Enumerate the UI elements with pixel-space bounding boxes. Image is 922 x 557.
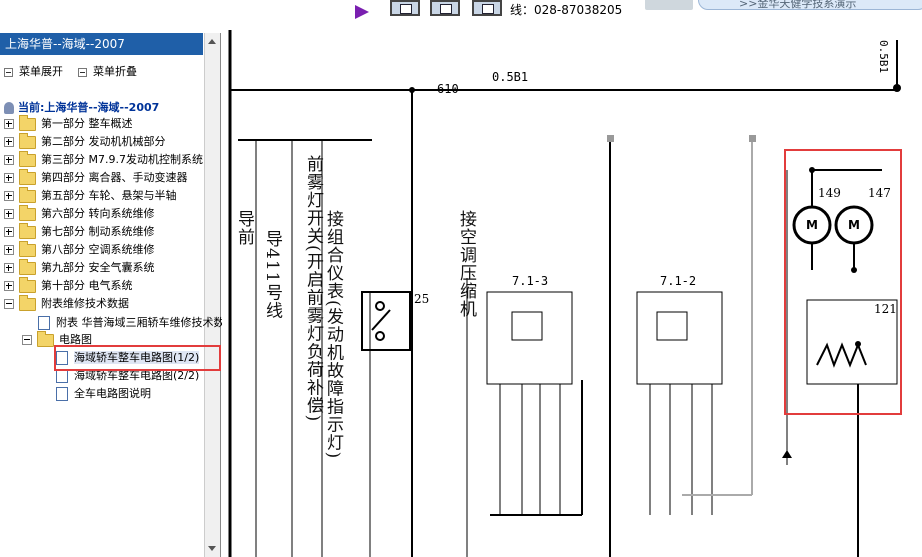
tree-item-10[interactable]: 第十部分 电气系统 — [4, 276, 133, 295]
folder-open-icon — [37, 330, 54, 347]
wire-label-610: 610 — [437, 82, 459, 96]
motor-glyph-2: M — [848, 218, 860, 232]
expand-plus-icon[interactable] — [4, 137, 14, 147]
expand-plus-icon[interactable] — [4, 281, 14, 291]
tree-item-3[interactable]: 第三部分 M7.9.7发动机控制系统 — [4, 150, 203, 169]
folder-icon — [19, 132, 36, 149]
expand-plus-icon[interactable] — [4, 173, 14, 183]
expand-plus-icon[interactable] — [4, 209, 14, 219]
scroll-up-icon[interactable] — [208, 39, 216, 44]
folder-icon — [19, 204, 36, 221]
folder-icon — [19, 258, 36, 275]
expand-menu-button[interactable]: 菜单展开 — [4, 63, 63, 79]
promo-link[interactable]: >>金华天健学技系演示 — [698, 0, 922, 10]
expand-plus-icon[interactable] — [4, 155, 14, 165]
heater-label: 121 — [874, 302, 897, 316]
diagram-label-col5: 接空调压缩机 — [456, 210, 476, 318]
expand-plus-icon[interactable] — [4, 263, 14, 273]
collapse-minus-icon[interactable] — [4, 299, 14, 309]
brand-logo — [645, 0, 693, 10]
current-location: 当前:上海华普--海域--2007 — [4, 99, 159, 115]
motor-glyph-1: M — [806, 218, 818, 232]
collapse-minus-icon[interactable] — [22, 335, 32, 345]
play-icon[interactable] — [355, 5, 369, 19]
wire-label-top-right: 0.5B1 — [877, 40, 890, 74]
collapse-icon — [78, 67, 87, 77]
folder-icon — [19, 276, 36, 293]
top-toolbar: 线：028-87038205 >>金华天健学技系演示 — [0, 0, 922, 30]
relay-label-2: 7.1-2 — [660, 274, 697, 288]
wire-label-0-5b1: 0.5B1 — [492, 70, 529, 84]
folder-icon — [19, 114, 36, 131]
diagram-label-col1: 导前 — [234, 210, 254, 246]
tree-doc-circuit-3[interactable]: 全车电路图说明 — [56, 385, 151, 403]
switch-label: 25 — [414, 292, 430, 306]
nav-first-button[interactable] — [390, 0, 420, 16]
nav-prev-button[interactable] — [430, 0, 460, 16]
selection-highlight — [54, 345, 221, 371]
collapse-menu-button[interactable]: 菜单折叠 — [78, 63, 137, 79]
nav-next-button[interactable] — [472, 0, 502, 16]
sidebar-title: 上海华普--海域--2007 — [0, 33, 203, 55]
document-icon — [38, 316, 50, 330]
tree-item-9[interactable]: 第九部分 安全气囊系统 — [4, 258, 155, 277]
tree-item-1[interactable]: 第一部分 整车概述 — [4, 114, 133, 133]
folder-icon — [19, 150, 36, 167]
tree-item-8[interactable]: 第八部分 空调系统维修 — [4, 240, 155, 259]
folder-icon — [19, 240, 36, 257]
tree-item-6[interactable]: 第六部分 转向系统维修 — [4, 204, 155, 223]
expand-plus-icon[interactable] — [4, 191, 14, 201]
tree-item-4[interactable]: 第四部分 离合器、手动变速器 — [4, 168, 188, 187]
motor-label-2: 147 — [868, 186, 891, 200]
diagram-label-col4: 接组合仪表(发动机故障指示灯) — [323, 210, 343, 460]
folder-icon — [19, 186, 36, 203]
wiring-diagram-view: 610 0.5B1 0.5B1 导前 导411号线 前雾灯开关(开启前雾灯负荷补… — [222, 30, 922, 557]
tree-item-2[interactable]: 第二部分 发动机机械部分 — [4, 132, 166, 151]
tree-item-11[interactable]: 附表维修技术数据 — [4, 294, 129, 313]
folder-icon — [19, 222, 36, 239]
expand-plus-icon[interactable] — [4, 227, 14, 237]
tree-doc-appendix[interactable]: 附表 华普海域三厢轿车维修技术数据 — [38, 314, 236, 332]
user-icon — [4, 102, 14, 114]
document-icon — [56, 369, 68, 383]
document-icon — [56, 387, 68, 401]
tree-item-7[interactable]: 第七部分 制动系统维修 — [4, 222, 155, 241]
expand-icon — [4, 67, 13, 77]
phone-text: 线：028-87038205 — [510, 3, 623, 17]
motor-label-1: 149 — [818, 186, 841, 200]
folder-icon — [19, 168, 36, 185]
scroll-down-icon[interactable] — [208, 546, 216, 551]
folder-open-icon — [19, 294, 36, 311]
sidebar-scrollbar[interactable] — [204, 33, 220, 557]
expand-plus-icon[interactable] — [4, 245, 14, 255]
expand-plus-icon[interactable] — [4, 119, 14, 129]
sidebar: 上海华普--海域--2007 菜单展开 菜单折叠 当前:上海华普--海域--20… — [0, 33, 236, 557]
relay-label-1: 7.1-3 — [512, 274, 549, 288]
tree-item-5[interactable]: 第五部分 车轮、悬架与半轴 — [4, 186, 177, 205]
